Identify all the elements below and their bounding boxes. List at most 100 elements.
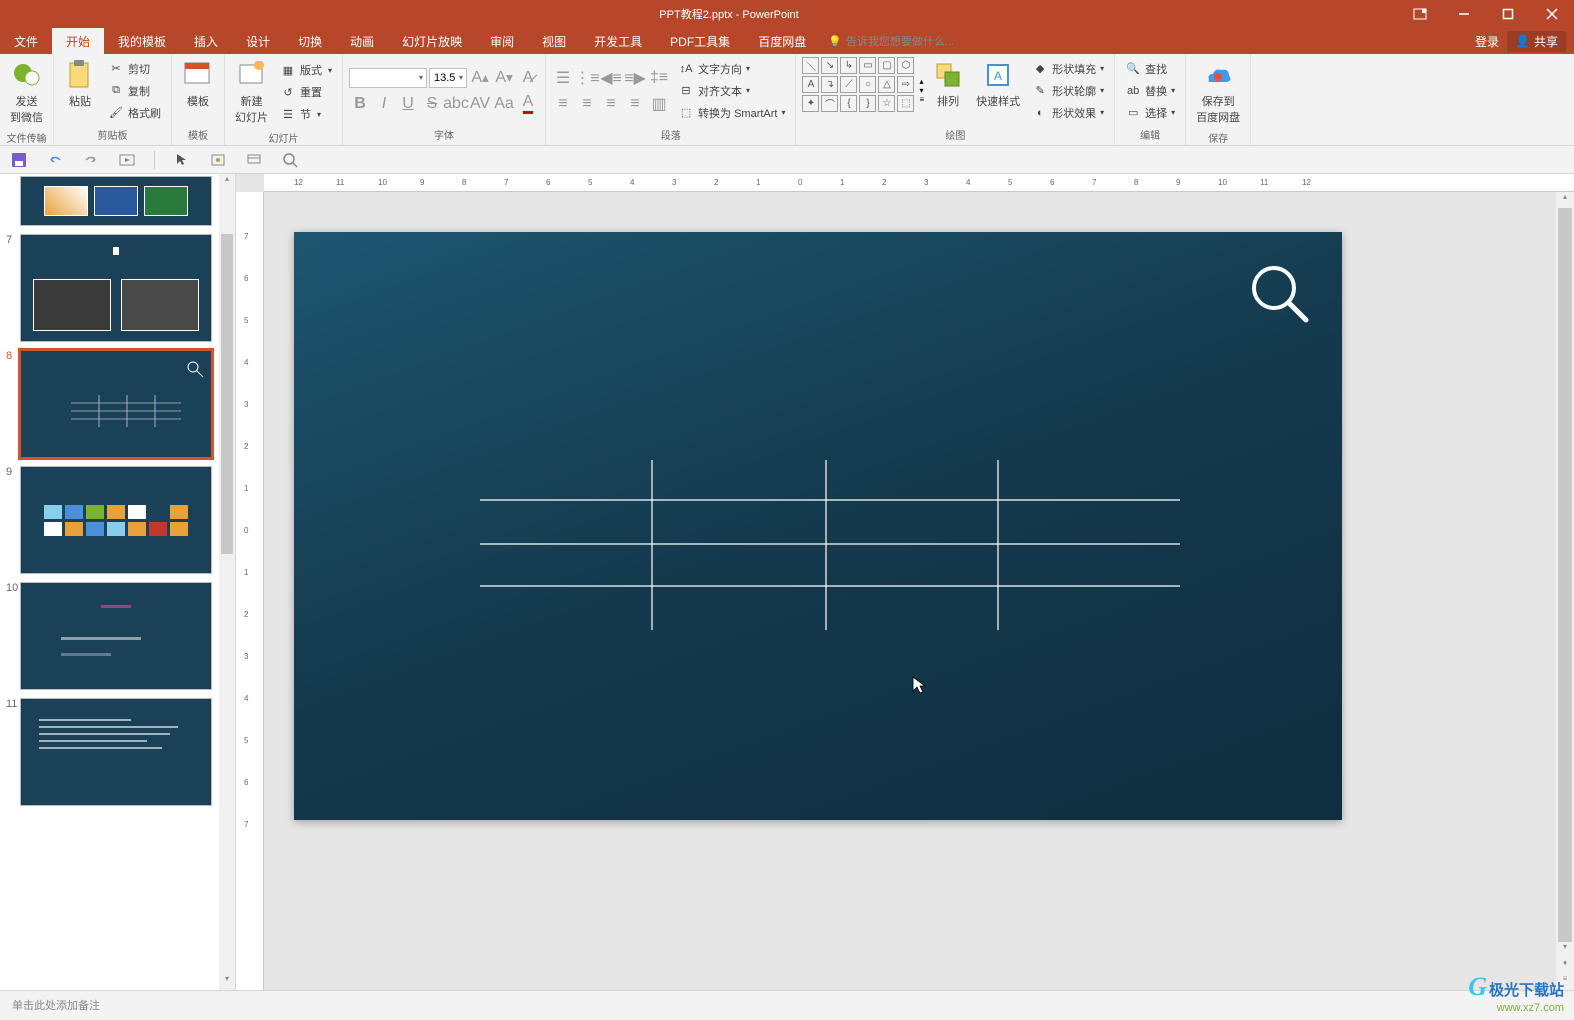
tab-design[interactable]: 设计: [232, 28, 284, 54]
shape-arc[interactable]: ⌒: [821, 95, 838, 112]
shape-line[interactable]: ＼: [802, 57, 819, 74]
align-center-button[interactable]: ≡: [576, 93, 598, 115]
slide-thumbnail-11[interactable]: [20, 698, 212, 806]
template-button[interactable]: 模板: [178, 57, 218, 124]
canvas-area[interactable]: [264, 192, 1556, 990]
tab-file[interactable]: 文件: [0, 28, 52, 54]
tab-transitions[interactable]: 切换: [284, 28, 336, 54]
align-left-button[interactable]: ≡: [552, 93, 574, 115]
send-to-wechat-button[interactable]: 发送 到微信: [6, 57, 47, 127]
align-right-button[interactable]: ≡: [600, 93, 622, 115]
shape-round-rect[interactable]: ▢: [878, 57, 895, 74]
shape-effects-button[interactable]: ◐形状效果▾: [1028, 103, 1108, 123]
shape-brace-l[interactable]: {: [840, 95, 857, 112]
redo-button[interactable]: [82, 151, 100, 169]
justify-button[interactable]: ≡: [624, 93, 646, 115]
font-name-combo[interactable]: [349, 68, 427, 88]
slideshow-from-beginning-button[interactable]: [118, 151, 136, 169]
tab-developer[interactable]: 开发工具: [580, 28, 656, 54]
reset-button[interactable]: ↺重置: [276, 82, 336, 102]
tab-view[interactable]: 视图: [528, 28, 580, 54]
shape-outline-button[interactable]: ✎形状轮廓▾: [1028, 81, 1108, 101]
login-link[interactable]: 登录: [1475, 33, 1499, 50]
shapes-scroll-up[interactable]: ▴: [919, 77, 924, 86]
quick-styles-button[interactable]: A 快速样式: [972, 57, 1024, 124]
cut-button[interactable]: ✂剪切: [104, 59, 165, 79]
shape-connector[interactable]: ↳: [840, 57, 857, 74]
italic-button[interactable]: I: [373, 93, 395, 115]
slide-thumbnail-9[interactable]: [20, 466, 212, 574]
editor-vertical-scrollbar[interactable]: ▴ ▾ ♦ ≡: [1556, 192, 1574, 990]
minimize-button[interactable]: [1442, 0, 1486, 28]
increase-indent-button[interactable]: ≡▶: [624, 67, 646, 89]
clear-formatting-button[interactable]: A̷: [517, 67, 539, 89]
replace-button[interactable]: ab替换▾: [1121, 81, 1179, 101]
change-case-button[interactable]: Aa: [493, 93, 515, 115]
touch-mode-button[interactable]: [209, 151, 227, 169]
shape-textbox[interactable]: A: [802, 76, 819, 93]
arrange-button[interactable]: 排列: [928, 57, 968, 124]
decrease-font-button[interactable]: A▾: [493, 67, 515, 89]
mouse-mode-button[interactable]: [173, 151, 191, 169]
tab-pdf-tools[interactable]: PDF工具集: [656, 28, 744, 54]
shape-hexagon[interactable]: ⬡: [897, 57, 914, 74]
strikethrough-button[interactable]: S: [421, 93, 443, 115]
shape-rect[interactable]: ▭: [859, 57, 876, 74]
line-spacing-button[interactable]: ‡≡: [648, 67, 670, 89]
notes-pane[interactable]: 单击此处添加备注: [0, 990, 1574, 1020]
shape-callout[interactable]: ⬚: [897, 95, 914, 112]
shape-connector-elbow[interactable]: ↴: [821, 76, 838, 93]
undo-button[interactable]: [46, 151, 64, 169]
slide-thumbnail-6-partial[interactable]: [20, 176, 212, 226]
tab-review[interactable]: 审阅: [476, 28, 528, 54]
tab-slideshow[interactable]: 幻灯片放映: [388, 28, 476, 54]
slide-thumbnail-7[interactable]: [20, 234, 212, 342]
convert-smartart-button[interactable]: ⬚转换为 SmartArt▾: [674, 103, 789, 123]
find-button[interactable]: 🔍查找: [1121, 59, 1179, 79]
shape-arrow[interactable]: ⇨: [897, 76, 914, 93]
shape-star5[interactable]: ☆: [878, 95, 895, 112]
shapes-gallery[interactable]: ＼ ↘ ↳ ▭ ▢ ⬡ A ↴ ⟋ ○ △ ⇨ ✦ ⌒ { } ☆ ⬚: [802, 57, 915, 124]
columns-button[interactable]: ▥: [648, 93, 670, 115]
bullets-button[interactable]: ☰: [552, 67, 574, 89]
presenter-view-button[interactable]: [245, 151, 263, 169]
layout-button[interactable]: ▦版式▾: [276, 60, 336, 80]
zoom-to-fit-button[interactable]: [281, 151, 299, 169]
tab-home[interactable]: 开始: [52, 28, 104, 54]
shape-triangle[interactable]: △: [878, 76, 895, 93]
slide-thumbnail-8[interactable]: [20, 350, 212, 458]
decrease-indent-button[interactable]: ◀≡: [600, 67, 622, 89]
share-button[interactable]: 👤 共享: [1507, 31, 1566, 52]
tab-insert[interactable]: 插入: [180, 28, 232, 54]
tell-me-search[interactable]: 💡 告诉我您想要做什么...: [820, 28, 954, 54]
text-direction-button[interactable]: ↕A文字方向▾: [674, 59, 789, 79]
copy-button[interactable]: ⧉复制: [104, 81, 165, 101]
paste-button[interactable]: 粘贴: [60, 57, 100, 124]
shape-star4[interactable]: ✦: [802, 95, 819, 112]
section-button[interactable]: ☰节▾: [276, 104, 336, 124]
shape-oval[interactable]: ○: [859, 76, 876, 93]
align-text-button[interactable]: ⊟对齐文本▾: [674, 81, 789, 101]
slide-thumbnail-10[interactable]: [20, 582, 212, 690]
format-painter-button[interactable]: 🖌格式刷: [104, 103, 165, 123]
font-size-combo[interactable]: 13.5: [429, 68, 467, 88]
increase-font-button[interactable]: A▴: [469, 67, 491, 89]
shape-freeform[interactable]: ⟋: [840, 76, 857, 93]
tab-animations[interactable]: 动画: [336, 28, 388, 54]
font-color-button[interactable]: A: [517, 93, 539, 115]
select-button[interactable]: ▭选择▾: [1121, 103, 1179, 123]
close-button[interactable]: [1530, 0, 1574, 28]
ribbon-display-options-icon[interactable]: [1398, 0, 1442, 28]
character-spacing-button[interactable]: AV: [469, 93, 491, 115]
new-slide-button[interactable]: 新建 幻灯片: [231, 57, 272, 127]
underline-button[interactable]: U: [397, 93, 419, 115]
maximize-button[interactable]: [1486, 0, 1530, 28]
shape-fill-button[interactable]: ◆形状填充▾: [1028, 59, 1108, 79]
shapes-scroll-down[interactable]: ▾: [919, 86, 924, 95]
text-shadow-button[interactable]: abc: [445, 93, 467, 115]
bold-button[interactable]: B: [349, 93, 371, 115]
numbering-button[interactable]: ⋮≡: [576, 67, 598, 89]
save-to-baidu-button[interactable]: 保存到 百度网盘: [1192, 57, 1244, 127]
save-button[interactable]: [10, 151, 28, 169]
shapes-more[interactable]: ≡: [919, 95, 924, 104]
